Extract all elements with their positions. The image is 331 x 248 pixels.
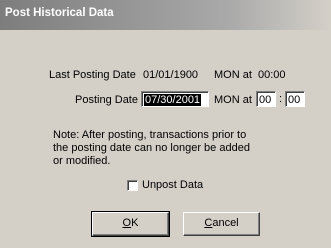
posting-minute-value: 00 xyxy=(288,94,301,106)
posting-date-input[interactable]: 07/30/2001 xyxy=(141,91,209,107)
last-posting-date-label: Last Posting Date xyxy=(49,69,136,81)
title-bar: Post Historical Data xyxy=(0,0,331,30)
dialog-title: Post Historical Data xyxy=(5,7,114,19)
time-separator: : xyxy=(279,93,283,105)
ok-rest: K xyxy=(131,217,139,229)
ok-button[interactable]: OK xyxy=(91,211,170,237)
ok-mnemonic: O xyxy=(122,217,132,229)
posting-date-label: Posting Date xyxy=(75,94,138,106)
last-posting-date-value: 01/01/1900 xyxy=(143,69,199,81)
unpost-data-label[interactable]: Unpost Data xyxy=(142,179,203,191)
posting-date-value: 07/30/2001 xyxy=(144,94,202,106)
posting-hour-input[interactable]: 00 xyxy=(256,91,276,107)
cancel-rest: ancel xyxy=(212,217,239,229)
posting-hour-value: 00 xyxy=(259,94,272,106)
cancel-button[interactable]: Cancel xyxy=(183,212,260,236)
posting-minute-input[interactable]: 00 xyxy=(285,91,305,107)
last-posting-day-at: MON at xyxy=(214,69,252,81)
posting-day-at: MON at xyxy=(214,94,252,106)
note-line-2: the posting date can no longer be added xyxy=(53,142,250,154)
posting-note: Note: After posting, transactions prior … xyxy=(53,129,293,168)
unpost-data-checkbox[interactable] xyxy=(127,180,138,191)
last-posting-time: 00:00 xyxy=(258,69,286,81)
post-historical-data-dialog: Post Historical Data Last Posting Date 0… xyxy=(0,0,331,248)
note-line-1: Note: After posting, transactions prior … xyxy=(53,129,247,141)
note-line-3: or modified. xyxy=(53,155,111,167)
